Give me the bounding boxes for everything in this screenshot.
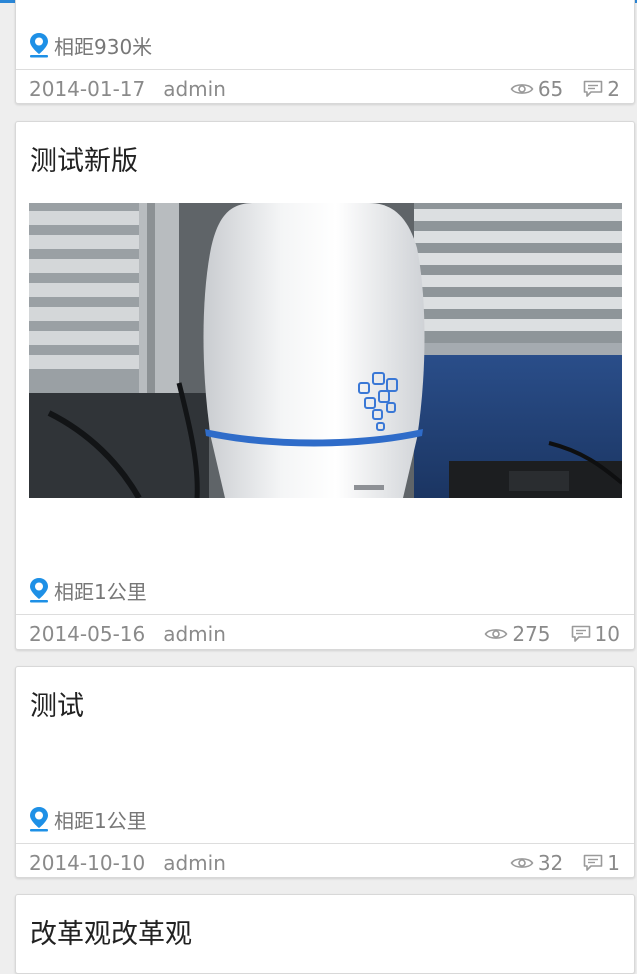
post-photo[interactable]	[29, 203, 622, 498]
map-pin-icon	[30, 578, 48, 603]
map-pin-icon	[30, 33, 48, 58]
post-author[interactable]: admin	[163, 77, 226, 101]
post-card-3[interactable]: 测试 相距1公里 2014-10-10 admin 32 1	[15, 666, 635, 878]
eye-icon	[484, 629, 508, 639]
post-card-4[interactable]: 改革观改革观	[15, 894, 635, 974]
post-title[interactable]: 测试新版	[30, 144, 138, 180]
post-author[interactable]: admin	[163, 622, 226, 646]
views-count: 275	[484, 622, 551, 646]
comments-count[interactable]: 1	[583, 851, 620, 875]
eye-icon	[510, 858, 534, 868]
location-text: 相距1公里	[54, 808, 147, 833]
comments-value: 10	[594, 622, 620, 646]
comments-value: 1	[607, 851, 620, 875]
views-value: 65	[537, 77, 564, 101]
card-divider	[16, 614, 634, 615]
post-location: 相距1公里	[28, 577, 147, 604]
post-date: 2014-01-17	[29, 77, 146, 101]
post-card-1[interactable]: 相距930米 2014-01-17 admin 65 2	[15, 0, 635, 104]
comment-icon	[583, 80, 603, 97]
post-date: 2014-05-16	[29, 622, 146, 646]
eye-icon	[510, 84, 534, 94]
post-location: 相距930米	[28, 32, 153, 59]
post-title[interactable]: 改革观改革观	[30, 917, 192, 953]
views-count: 32	[510, 851, 563, 875]
card-divider	[16, 843, 634, 844]
comments-value: 2	[607, 77, 620, 101]
location-text: 相距1公里	[54, 579, 147, 604]
card-divider	[16, 69, 634, 70]
map-pin-icon	[30, 807, 48, 832]
views-value: 275	[512, 622, 551, 646]
comments-count[interactable]: 2	[583, 77, 620, 101]
post-meta-footer: 2014-01-17 admin 65 2	[16, 71, 634, 107]
post-meta-footer: 2014-05-16 admin 275 10	[16, 616, 634, 652]
post-meta-footer: 2014-10-10 admin 32 1	[16, 845, 634, 881]
post-author[interactable]: admin	[163, 851, 226, 875]
views-count: 65	[510, 77, 563, 101]
comments-count[interactable]: 10	[571, 622, 620, 646]
post-title[interactable]: 测试	[30, 689, 84, 725]
comment-icon	[571, 625, 590, 642]
post-card-2[interactable]: 测试新版 相距1公里 2014-05-16 admin 275 10	[15, 121, 635, 650]
location-text: 相距930米	[54, 34, 153, 59]
views-value: 32	[537, 851, 564, 875]
post-location: 相距1公里	[28, 806, 147, 833]
comment-icon	[583, 854, 603, 871]
post-date: 2014-10-10	[29, 851, 146, 875]
